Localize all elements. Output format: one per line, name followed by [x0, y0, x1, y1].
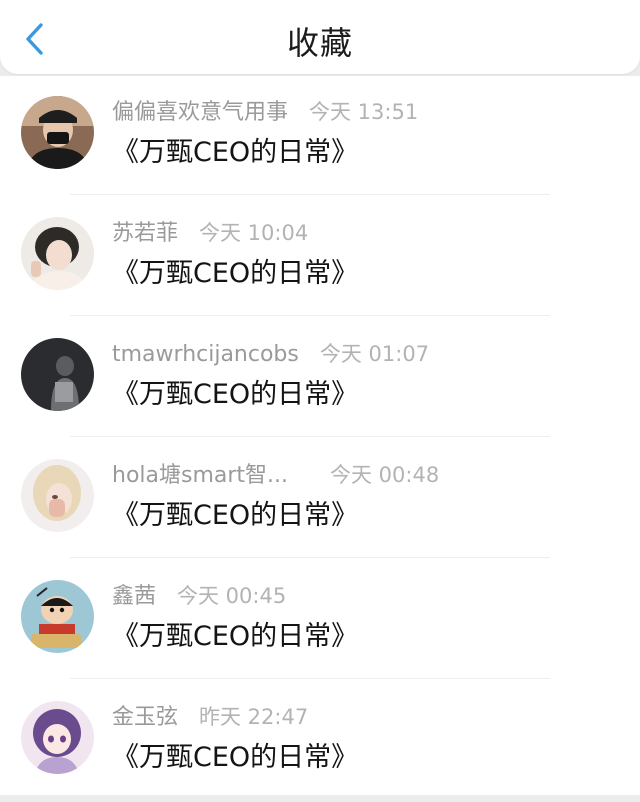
avatar-cartoon-icon [21, 580, 94, 653]
username[interactable]: hola塘smart智... [112, 463, 288, 488]
item-meta: hola塘smart智... 今天 00:48 [112, 460, 439, 491]
list-item[interactable]: 金玉弦 昨天 22:47 《万甄CEO的日常》 [0, 681, 640, 802]
book-title[interactable]: 《万甄CEO的日常》 [112, 135, 358, 171]
avatar-photo-icon [21, 459, 94, 532]
username[interactable]: 苏若菲 [112, 221, 178, 246]
timestamp: 今天 00:48 [330, 463, 440, 487]
timestamp: 今天 01:07 [319, 342, 430, 366]
list-item[interactable]: hola塘smart智... 今天 00:48 《万甄CEO的日常》 [0, 439, 640, 560]
book-title[interactable]: 《万甄CEO的日常》 [112, 619, 358, 655]
avatar-photo-icon [21, 96, 94, 169]
item-meta: tmawrhcijancobs 今天 01:07 [112, 339, 429, 370]
avatar-photo-icon [21, 217, 94, 290]
divider [70, 315, 550, 316]
username[interactable]: tmawrhcijancobs [112, 342, 299, 367]
divider [70, 194, 550, 195]
username[interactable]: 鑫茜 [112, 584, 156, 609]
list-item[interactable]: 偏偏喜欢意气用事 今天 13:51 《万甄CEO的日常》 [0, 76, 640, 197]
username[interactable]: 金玉弦 [112, 705, 178, 730]
item-meta: 金玉弦 昨天 22:47 [112, 702, 308, 733]
book-title[interactable]: 《万甄CEO的日常》 [112, 740, 358, 776]
avatar[interactable] [21, 701, 94, 774]
item-meta: 偏偏喜欢意气用事 今天 13:51 [112, 97, 418, 128]
list-item[interactable]: tmawrhcijancobs 今天 01:07 《万甄CEO的日常》 [0, 318, 640, 439]
top-bar: 收藏 [0, 0, 640, 74]
avatar[interactable] [21, 459, 94, 532]
book-title[interactable]: 《万甄CEO的日常》 [112, 256, 358, 292]
list-item[interactable]: 苏若菲 今天 10:04 《万甄CEO的日常》 [0, 197, 640, 318]
avatar-photo-icon [21, 338, 94, 411]
divider [70, 557, 550, 558]
favorites-list: 偏偏喜欢意气用事 今天 13:51 《万甄CEO的日常》 苏若菲 今天 10:0… [0, 76, 640, 795]
avatar[interactable] [21, 217, 94, 290]
page-title: 收藏 [286, 24, 353, 62]
list-item[interactable]: 鑫茜 今天 00:45 《万甄CEO的日常》 [0, 560, 640, 681]
timestamp: 昨天 22:47 [199, 705, 309, 729]
item-meta: 鑫茜 今天 00:45 [112, 581, 286, 612]
timestamp: 今天 10:04 [199, 221, 309, 245]
username[interactable]: 偏偏喜欢意气用事 [112, 100, 288, 125]
timestamp: 今天 00:45 [177, 584, 287, 608]
divider [70, 436, 550, 437]
timestamp: 今天 13:51 [309, 100, 419, 124]
avatar-anime-icon [21, 701, 94, 774]
book-title[interactable]: 《万甄CEO的日常》 [112, 377, 358, 413]
avatar[interactable] [21, 96, 94, 169]
book-title[interactable]: 《万甄CEO的日常》 [112, 498, 358, 534]
avatar[interactable] [21, 338, 94, 411]
divider [70, 678, 550, 679]
item-meta: 苏若菲 今天 10:04 [112, 218, 308, 249]
avatar[interactable] [21, 580, 94, 653]
